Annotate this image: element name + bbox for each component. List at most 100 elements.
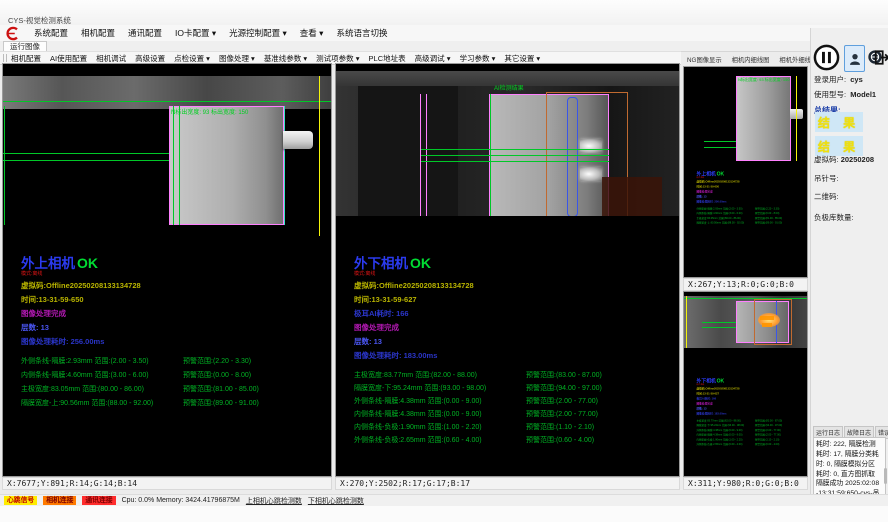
camera-panel-lower: AI检测结果 外下相机OK 模式:离线 虚拟码:Offline202502081… (335, 63, 680, 477)
camera-image-lower[interactable]: AI检测结果 (336, 71, 679, 216)
measurement-warning-range: 预警范围:(94.00 - 97.00) (526, 383, 602, 396)
camera-panel-upper: N标出宽度: 93 标出宽度: 150 外上相机OK 模式:离线 虚拟码:Off… (2, 63, 332, 477)
menu-item[interactable]: IO卡配置 ▾ (175, 27, 216, 39)
toolbar-item[interactable]: AI使用配置 (50, 53, 87, 64)
app-logo-icon (5, 26, 20, 41)
machine-background (3, 76, 331, 109)
measurement-warning-range: 预警范围:(1.10 - 2.10) (526, 422, 594, 435)
time-label: 时间:13-31-59-627 (354, 294, 681, 305)
measurement-warning-range: 预警范围:(2.00 - 77.00) (526, 396, 598, 409)
result-badge-upper: 结 果 (815, 112, 863, 132)
measurement-list: 外侧条线-隔膜:2.93mm 范围:(2.00 - 3.50) 预警范围:(2.… (21, 356, 333, 412)
toolbar-item[interactable]: 高级调试 ▾ (415, 53, 451, 64)
edge-line-icon (4, 106, 5, 225)
bottom-empty-strip (0, 506, 888, 522)
overlay-ai-label: AI检测结果 (494, 83, 524, 92)
measurement-row: 主极宽度:83.05mm 范围:(80.00 - 86.00) 预警范围:(81… (21, 384, 333, 398)
preview-panel-ng[interactable]: N标出宽度: 93 标出宽度: 150 外上相机OK 模式:离线 虚拟码:Off… (683, 66, 808, 278)
measurement-warning-range: 预警范围:(81.00 - 85.00) (183, 384, 259, 398)
toolbar-item[interactable]: 基准线参数 ▾ (264, 53, 307, 64)
preview-result-text: 外下相机OK 模式:离线 虚拟码:Offline2025020813313472… (690, 378, 808, 447)
done-label: 图像处理完成 (21, 308, 333, 319)
camera-image-upper[interactable]: N标出宽度: 93 标出宽度: 150 (3, 76, 331, 236)
toolbar-item[interactable]: 相机调试 (96, 53, 126, 64)
upper-heartbeat-link[interactable]: 上相机心跳检测数 (246, 496, 302, 506)
status-ok: OK (410, 255, 431, 271)
menu-item[interactable]: 系统语言切换 (336, 27, 387, 39)
model-value: Model1 (850, 90, 876, 99)
measurement-warning-range: 预警范围:(0.60 - 4.00) (755, 442, 780, 447)
layers-label: 层数: 13 (696, 407, 808, 411)
edge-line-icon (179, 106, 180, 225)
pin-row: 吊针号: (814, 173, 839, 184)
toolbar-item[interactable]: 相机配置 (11, 53, 41, 64)
menu-item[interactable]: 相机配置 (81, 27, 115, 39)
measurement-row: 外侧条线-隔膜:4.38mm 范围:(0.00 - 9.00) 预警范围:(2.… (354, 396, 681, 409)
serial-label: 虚拟码:Offline20250208133134728 (696, 180, 808, 184)
measurement-row: 内侧条线-隔膜:4.38mm 范围:(0.00 - 9.00) 预警范围:(2.… (354, 409, 681, 422)
menu-item[interactable]: 系统配置 (34, 27, 68, 39)
measurement-value: 外侧条线-负极:2.65mm 范围:(0.60 - 4.00) (696, 442, 754, 447)
measure-line-icon (421, 149, 609, 150)
measurement-value: 内侧条线-负极:1.90mm 范围:(1.00 - 2.20) (354, 422, 526, 435)
toolbar-item[interactable]: 其它设置 ▾ (504, 53, 540, 64)
measurement-value: 隔膜宽度-上:90.56mm 范围:(88.00 - 92.00) (21, 398, 183, 412)
layers-label: 层数: 13 (21, 322, 333, 333)
measurement-row: 隔膜宽度-下:95.24mm 范围:(93.00 - 98.00) 预警范围:(… (354, 383, 681, 396)
camera-name: 外下相机 (354, 256, 408, 271)
serial-label: 虚拟码:Offline20250208133134728 (21, 280, 333, 291)
measurement-warning-range: 预警范围:(89.00 - 91.00) (183, 398, 259, 412)
measurement-row: 主极宽度:83.77mm 范围:(82.00 - 88.00) 预警范围:(83… (354, 370, 681, 383)
menu-item[interactable]: 查看 ▾ (300, 27, 324, 39)
log-scrollbar[interactable] (884, 468, 887, 484)
camera-title: 外下相机OK (354, 256, 681, 271)
preview-panel-lower[interactable]: 外下相机OK 模式:离线 虚拟码:Offline2025020813313472… (683, 291, 808, 477)
toolbar-item[interactable]: 测试项参数 ▾ (316, 53, 359, 64)
preview-tab[interactable]: 相机内细线图 (728, 53, 774, 66)
preview-image-lower (684, 296, 807, 348)
toolbar-item[interactable]: PLC地址表 (369, 53, 406, 64)
user-button[interactable] (844, 45, 865, 72)
calibration-line-icon (319, 76, 320, 236)
camera-title: 外上相机OK (21, 256, 333, 271)
menu-item[interactable]: 光源控制配置 ▾ (229, 27, 287, 39)
pause-icon (813, 44, 840, 71)
measurement-row: 外侧条线-负极:2.65mm 范围:(0.60 - 4.00) 预警范围:(0.… (696, 442, 808, 447)
mode-note: 模式:离线 (354, 270, 681, 277)
measurement-value: 隔膜宽度-上:90.56mm 范围:(88.00 - 92.00) (696, 221, 754, 226)
log-output[interactable]: 耗时: 222, 隔膜检测耗时: 17, 隔膜分类耗时: 0, 隔膜模拟分区耗时… (813, 437, 886, 495)
mode-note: 模式:离线 (696, 176, 808, 179)
overlay-chip (762, 323, 772, 327)
reference-line-icon (3, 101, 331, 102)
qr-row: 二维码: (814, 191, 839, 202)
pixel-readout-upper: X:7677;Y:891;R:14;G:14;B:14 (2, 477, 332, 490)
measurement-warning-range: 预警范围:(83.00 - 87.00) (526, 370, 602, 383)
toolbar-item[interactable]: 点检设置 ▾ (174, 53, 210, 64)
measure-line-icon (3, 153, 169, 154)
logout-button[interactable] (873, 47, 888, 67)
shadow-area (602, 177, 662, 216)
done-label: 图像处理完成 (696, 402, 808, 406)
toolbar-item[interactable]: 高级设置 (135, 53, 165, 64)
measurement-value: 外侧条线-负极:2.65mm 范围:(0.60 - 4.00) (354, 435, 526, 448)
time-label: 时间:13-31-59-627 (696, 392, 808, 396)
vcode-value: 20250208 (841, 155, 874, 164)
calibration-line-icon (686, 296, 687, 348)
toolbar-item[interactable]: 图像处理 ▾ (219, 53, 255, 64)
toolbar-item[interactable]: 学习参数 ▾ (459, 53, 495, 64)
layers-label: 层数: 13 (354, 336, 681, 347)
menu-item[interactable]: 通讯配置 (128, 27, 162, 39)
measurement-row: 外侧条线-隔膜:2.93mm 范围:(2.00 - 3.50) 预警范围:(2.… (21, 356, 333, 370)
elapsed-label: 图像处理耗时: 256.00ms (696, 200, 808, 204)
measurement-value: 内侧条线-隔膜:4.38mm 范围:(0.00 - 9.00) (354, 409, 526, 422)
preview-tab[interactable]: NG图像显示 (683, 53, 726, 66)
pause-button[interactable] (813, 44, 840, 71)
camera-name: 外上相机 (21, 256, 75, 271)
lower-heartbeat-link[interactable]: 下相机心跳检测数 (308, 496, 364, 506)
status-ok: OK (717, 378, 725, 384)
calibration-line-icon (796, 76, 797, 161)
layers-label: 层数: 13 (696, 195, 808, 199)
ai-time-label: 极耳AI耗时: 166 (354, 308, 681, 319)
measurement-list: 主极宽度:83.77mm 范围:(82.00 - 88.00) 预警范围:(83… (696, 419, 808, 447)
logout-icon (873, 48, 888, 67)
